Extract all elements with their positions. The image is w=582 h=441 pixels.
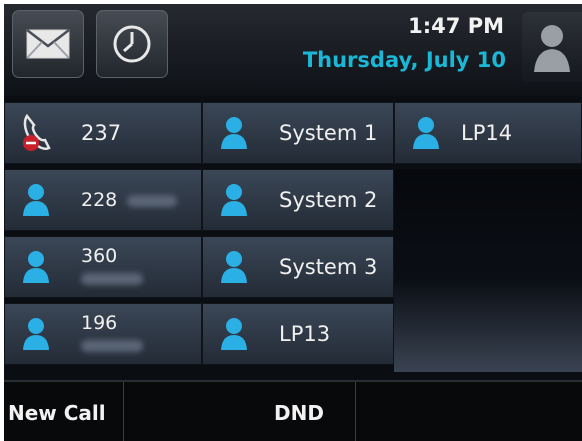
- phone-screen: 1:47 PM Thursday, July 10 237 System 1 L…: [4, 4, 582, 441]
- user-icon: [23, 184, 49, 216]
- blurred-name: [81, 273, 143, 285]
- user-icon: [413, 117, 439, 149]
- line-keys: 237 System 1 LP14 228 System 2 360 Syste…: [4, 102, 582, 372]
- line-key-label: System 1: [279, 121, 378, 145]
- blurred-name: [81, 340, 143, 352]
- envelope-icon: [26, 29, 70, 59]
- user-icon: [23, 318, 49, 350]
- softkey-label: DND: [274, 400, 324, 425]
- line-key-label: LP14: [461, 121, 513, 145]
- clock-time: 1:47 PM: [408, 14, 504, 38]
- user-icon: [221, 184, 247, 216]
- line-key-label: 228: [81, 189, 118, 211]
- line-key-system-1[interactable]: System 1: [202, 102, 394, 164]
- line-key-label: 196: [81, 312, 118, 334]
- line-key-360[interactable]: 360: [4, 236, 202, 298]
- line-key-label: 360: [81, 245, 118, 267]
- user-icon: [221, 117, 247, 149]
- softkey-label: New Call: [8, 400, 106, 425]
- phone-hangup-icon: [23, 114, 51, 151]
- line-key-228[interactable]: 228: [4, 169, 202, 231]
- line-key-lp14[interactable]: LP14: [394, 102, 582, 164]
- line-key-label: LP13: [279, 322, 331, 346]
- user-icon: [221, 251, 247, 283]
- blurred-name: [127, 195, 177, 207]
- line-key-label: System 3: [279, 255, 378, 279]
- line-key-label: System 2: [279, 188, 378, 212]
- empty-softkey: [356, 382, 582, 441]
- line-key-system-2[interactable]: System 2: [202, 169, 394, 231]
- line-key-237[interactable]: 237: [4, 102, 202, 164]
- line-key-lp13[interactable]: LP13: [202, 303, 394, 365]
- user-icon: [221, 318, 247, 350]
- avatar[interactable]: [522, 12, 582, 82]
- clock-date: Thursday, July 10: [302, 48, 506, 72]
- softkey-bar: New Call DND: [4, 380, 582, 441]
- clock-icon: [113, 25, 151, 63]
- user-icon: [23, 251, 49, 283]
- messages-button[interactable]: [12, 10, 84, 78]
- user-icon: [534, 25, 570, 72]
- history-button[interactable]: [96, 10, 168, 78]
- line-key-label: 237: [81, 121, 122, 145]
- dnd-button[interactable]: DND: [124, 382, 356, 441]
- empty-panel: [394, 169, 582, 372]
- line-key-system-3[interactable]: System 3: [202, 236, 394, 298]
- line-key-196[interactable]: 196: [4, 303, 202, 365]
- new-call-button[interactable]: New Call: [4, 382, 124, 441]
- status-bar: 1:47 PM Thursday, July 10: [4, 4, 582, 96]
